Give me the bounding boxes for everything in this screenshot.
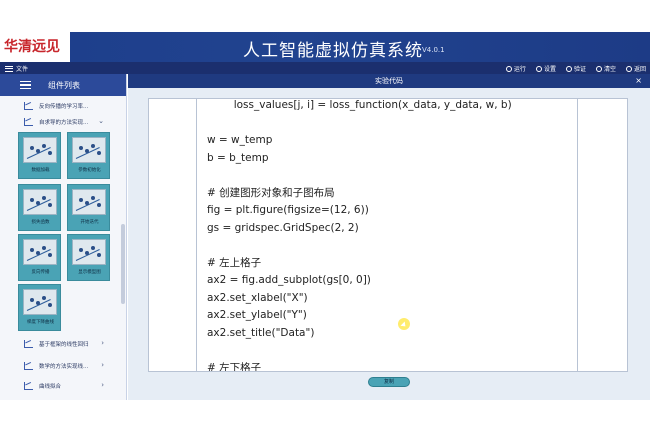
tile-label: 梯度下降曲线 [27, 320, 54, 325]
code-viewer[interactable]: loss_values[j, i] = loss_function(x_data… [196, 99, 578, 371]
toolbar: 运行 设置 验证 清空 返回 [505, 64, 646, 73]
file-menu-label: 文件 [16, 66, 29, 73]
code-line: loss_values[j, i] = loss_function(x_data… [207, 99, 512, 111]
chart-icon [24, 102, 33, 110]
tile-thumbnail [72, 239, 106, 265]
verify-button[interactable]: 验证 [565, 64, 586, 73]
sidebar-item-label: 数学的方法实现线... [39, 364, 89, 370]
sidebar-item[interactable]: 基于框架的线性回归 › [0, 336, 120, 352]
tile-thumbnail [23, 289, 57, 315]
panel-title: 实验代码 [375, 77, 403, 85]
back-icon [625, 65, 632, 72]
sidebar-item-label: 基于框架的线性回归 [39, 342, 89, 348]
close-icon[interactable]: × [635, 74, 642, 88]
menu-icon[interactable] [20, 81, 31, 89]
component-tile[interactable]: 梯度下降曲线 [18, 284, 61, 331]
run-icon [505, 65, 512, 72]
clear-icon [595, 65, 602, 72]
chart-icon [24, 382, 33, 390]
chart-icon [24, 118, 33, 126]
sidebar-item-label: 反向传播的学习率... [39, 104, 89, 110]
chart-icon [24, 340, 33, 348]
settings-button[interactable]: 设置 [535, 64, 556, 73]
chart-icon [24, 362, 33, 370]
code-line: ax2.set_xlabel("X") [207, 291, 308, 304]
code-line: ax2.set_ylabel("Y") [207, 309, 307, 321]
panel-header: 实验代码 × [128, 74, 650, 88]
code-line: ax2 = fig.add_subplot(gs[0, 0]) [207, 274, 371, 286]
code-line: # 左下格子 [207, 361, 262, 372]
code-line: # 左上格子 [207, 256, 262, 269]
tile-thumbnail [72, 189, 106, 215]
tile-label: 显示模型图 [78, 270, 101, 275]
tile-label: 反向传播 [31, 270, 50, 275]
component-tile[interactable]: 数据加载 [18, 132, 61, 179]
tile-label: 损失函数 [31, 220, 50, 225]
chevron-right-icon: › [101, 361, 104, 369]
code-line: fig = plt.figure(figsize=(12, 6)) [207, 204, 369, 216]
back-button[interactable]: 返回 [625, 64, 646, 73]
file-menu[interactable]: 文件 [5, 64, 28, 73]
code-line: # 创建图形对象和子图布局 [207, 186, 335, 199]
tile-thumbnail [23, 137, 57, 163]
code-line: w = w_temp [207, 134, 273, 146]
code-line: ax2.set_title("Data") [207, 326, 315, 339]
tile-label: 数据加载 [31, 168, 50, 173]
sidebar-item[interactable]: 反向传播的学习率... [0, 98, 120, 114]
menu-icon [5, 65, 13, 72]
run-label: 运行 [513, 66, 526, 73]
brand-logo: 华清远见 [4, 39, 60, 55]
chevron-down-icon: ⌄ [98, 117, 104, 125]
component-tile[interactable]: 开始迭代 [67, 184, 110, 231]
code-line: b = b_temp [207, 151, 269, 164]
tile-thumbnail [23, 239, 57, 265]
sidebar-header: 组件列表 [0, 74, 126, 96]
component-tile[interactable]: 参数初始化 [67, 132, 110, 179]
copy-button[interactable]: 复制 [368, 377, 410, 387]
component-tile[interactable]: 反向传播 [18, 234, 61, 281]
settings-label: 设置 [543, 66, 556, 73]
component-sidebar: 组件列表 反向传播的学习率... 自求导的方法实现... ⌄ 数据加载 参数初始… [0, 74, 127, 400]
component-tile[interactable]: 损失函数 [18, 184, 61, 231]
tile-label: 开始迭代 [80, 220, 99, 225]
app-title: 人工智能虚拟仿真系统 [243, 41, 423, 61]
chevron-right-icon: › [101, 381, 104, 389]
sidebar-item-label: 曲线拟合 [39, 384, 62, 390]
code-block: loss_values[j, i] = loss_function(x_data… [207, 99, 512, 371]
clear-label: 清空 [603, 66, 616, 73]
gear-icon [535, 65, 542, 72]
verify-label: 验证 [573, 66, 586, 73]
tile-label: 参数初始化 [78, 168, 101, 173]
bottom-area [0, 400, 650, 440]
tile-thumbnail [23, 189, 57, 215]
sidebar-item-label: 自求导的方法实现... [39, 120, 89, 126]
back-label: 返回 [633, 66, 646, 73]
component-tile[interactable]: 显示模型图 [67, 234, 110, 281]
sidebar-title: 组件列表 [48, 80, 80, 90]
verify-icon [565, 65, 572, 72]
menu-bar: 文件 运行 设置 验证 清空 返回 [0, 62, 650, 74]
code-panel: 实验代码 × loss_values[j, i] = loss_function… [128, 74, 650, 400]
clear-button[interactable]: 清空 [595, 64, 616, 73]
code-line: gs = gridspec.GridSpec(2, 2) [207, 221, 359, 234]
title-bar: 华清远见 人工智能虚拟仿真系统 V4.0.1 [0, 0, 650, 62]
sidebar-scrollbar[interactable] [121, 224, 125, 304]
tile-thumbnail [72, 137, 106, 163]
run-button[interactable]: 运行 [505, 64, 526, 73]
app-version: V4.0.1 [422, 46, 445, 54]
code-frame: loss_values[j, i] = loss_function(x_data… [148, 98, 628, 372]
sidebar-item[interactable]: 曲线拟合 › [0, 378, 120, 394]
sidebar-item[interactable]: 自求导的方法实现... ⌄ [0, 114, 120, 130]
chevron-right-icon: › [101, 339, 104, 347]
sidebar-item[interactable]: 数学的方法实现线... › [0, 358, 120, 374]
